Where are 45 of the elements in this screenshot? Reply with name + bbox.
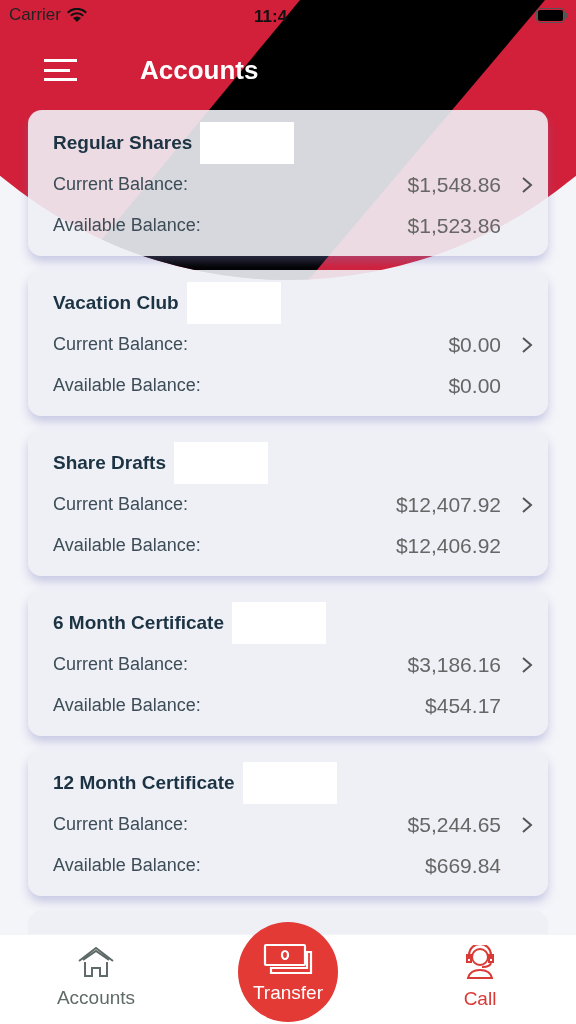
current-balance-label: Current Balance:: [53, 493, 189, 516]
available-balance-label: Available Balance:: [53, 854, 201, 877]
available-balance-label: Available Balance:: [53, 374, 201, 397]
house-icon: [77, 946, 115, 979]
available-balance-value: $669.84: [425, 852, 501, 879]
available-balance-value: $1,523.86: [407, 212, 501, 239]
available-balance-value: $0.00: [448, 372, 501, 399]
chevron-right-icon: [521, 175, 533, 194]
available-balance-label: Available Balance:: [53, 534, 201, 557]
cash-icon: [263, 942, 313, 975]
accounts-tab[interactable]: Accounts: [56, 935, 136, 1024]
current-balance-label: Current Balance:: [53, 813, 189, 836]
chevron-right-icon: [521, 495, 533, 514]
account-card[interactable]: Share Drafts Current Balance: $12,407.92 Available Balance: $12,406.92: [28, 430, 548, 576]
available-balance-label: Available Balance:: [53, 694, 201, 717]
account-name: 6 Month Certificate: [53, 610, 225, 635]
chevron-right-icon: [521, 815, 533, 834]
current-balance-value: $12,407.92: [395, 491, 501, 518]
headset-icon: [464, 945, 496, 980]
clock-label: 11:4: [254, 6, 288, 28]
available-balance-value: $454.17: [425, 692, 501, 719]
available-balance-value: $12,406.92: [395, 532, 501, 559]
current-balance-value: $1,548.86: [407, 171, 501, 198]
account-name: Vacation Club: [53, 290, 179, 315]
account-name: Share Drafts: [53, 450, 166, 475]
account-card[interactable]: 12 Month Certificate Current Balance: $5,244.65 Available Balance: $669.84: [28, 750, 548, 896]
account-card[interactable]: Vacation Club Current Balance: $0.00 Available Balance: $0.00: [28, 270, 548, 416]
current-balance-value: $0.00: [448, 331, 501, 358]
call-tab[interactable]: Call: [463, 935, 497, 1024]
current-balance-label: Current Balance:: [53, 653, 189, 676]
account-card[interactable]: [28, 910, 548, 934]
current-balance-value: $5,244.65: [407, 811, 501, 838]
account-card[interactable]: Regular Shares Current Balance: $1,548.86 Available Balance: $1,523.86: [28, 110, 548, 256]
account-name: Regular Shares: [53, 130, 193, 155]
current-balance-label: Current Balance:: [53, 173, 189, 196]
current-balance-label: Current Balance:: [53, 333, 189, 356]
carrier-label: Carrier: [9, 4, 61, 27]
available-balance-label: Available Balance:: [53, 214, 201, 237]
chevron-right-icon: [521, 655, 533, 674]
transfer-button[interactable]: Transfer: [238, 922, 338, 1022]
account-card[interactable]: 6 Month Certificate Current Balance: $3,186.16 Available Balance: $454.17: [28, 590, 548, 736]
current-balance-value: $3,186.16: [407, 651, 501, 678]
wifi-icon: [66, 7, 87, 23]
chevron-right-icon: [521, 335, 533, 354]
account-name: 12 Month Certificate: [53, 770, 235, 795]
